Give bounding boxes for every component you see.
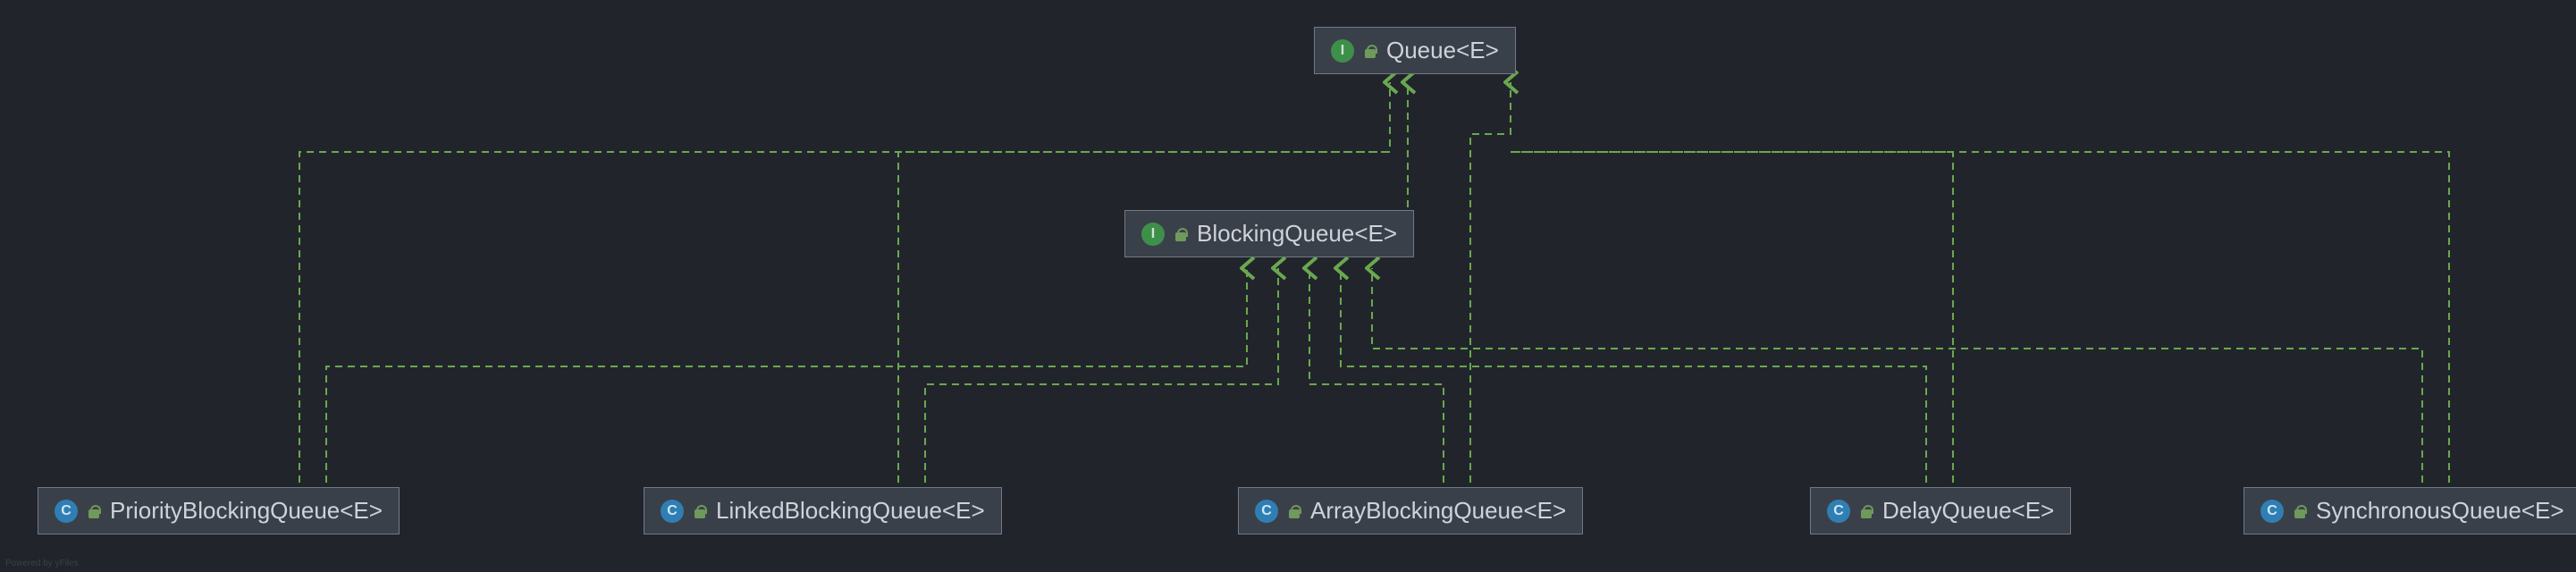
connector-layer	[0, 0, 2576, 572]
edge-priority-queue	[299, 82, 1390, 483]
class-icon: C	[2260, 500, 2284, 523]
edge-sync-queue	[1511, 152, 2449, 483]
edge-array-blocking	[1309, 268, 1444, 483]
lock-icon	[1859, 504, 1873, 518]
node-label: LinkedBlockingQueue<E>	[716, 497, 985, 525]
node-label: PriorityBlockingQueue<E>	[110, 497, 383, 525]
node-synchronous-queue[interactable]: C SynchronousQueue<E>	[2243, 487, 2576, 534]
node-array-blocking-queue[interactable]: C ArrayBlockingQueue<E>	[1238, 487, 1583, 534]
node-linked-blocking-queue[interactable]: C LinkedBlockingQueue<E>	[644, 487, 1002, 534]
node-delay-queue[interactable]: C DelayQueue<E>	[1810, 487, 2071, 534]
node-label: ArrayBlockingQueue<E>	[1310, 497, 1566, 525]
class-icon: C	[55, 500, 78, 523]
edge-delay-queue	[1511, 152, 1953, 483]
node-priority-blocking-queue[interactable]: C PriorityBlockingQueue<E>	[38, 487, 400, 534]
class-icon: C	[1255, 500, 1278, 523]
edge-linked-queue	[898, 152, 1390, 483]
edge-sync-blocking	[1372, 268, 2422, 483]
node-queue[interactable]: I Queue<E>	[1314, 27, 1516, 74]
class-icon: C	[1827, 500, 1850, 523]
node-label: DelayQueue<E>	[1882, 497, 2054, 525]
edge-array-queue	[1470, 82, 1511, 483]
interface-icon: I	[1331, 39, 1354, 63]
edge-delay-blocking	[1341, 268, 1926, 483]
lock-icon	[1174, 227, 1188, 241]
class-icon: C	[661, 500, 684, 523]
edge-priority-blocking	[326, 268, 1247, 483]
node-label: BlockingQueue<E>	[1197, 220, 1397, 248]
watermark-text: Powered by yFiles	[5, 559, 79, 568]
lock-icon	[693, 504, 707, 518]
lock-icon	[87, 504, 101, 518]
node-blocking-queue[interactable]: I BlockingQueue<E>	[1124, 210, 1414, 257]
node-label: Queue<E>	[1386, 37, 1499, 64]
node-label: SynchronousQueue<E>	[2316, 497, 2564, 525]
lock-icon	[1287, 504, 1301, 518]
interface-icon: I	[1141, 223, 1165, 246]
edge-linked-blocking	[925, 268, 1278, 483]
lock-icon	[2293, 504, 2307, 518]
lock-icon	[1363, 44, 1377, 58]
